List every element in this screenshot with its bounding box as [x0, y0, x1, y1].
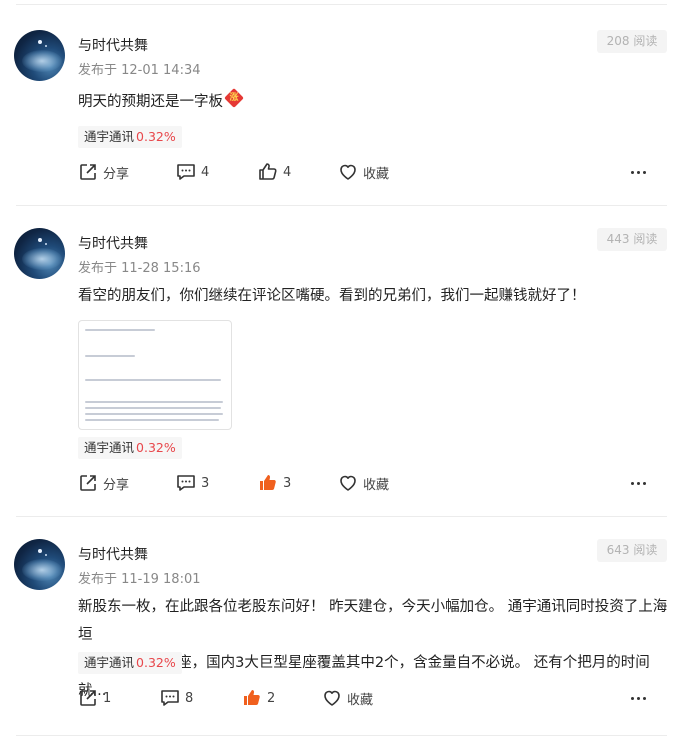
comment-icon [177, 475, 195, 491]
post-actions: 分享 3 3 收藏 [78, 471, 668, 495]
publish-time: 发布于 11-28 15:16 [78, 261, 201, 276]
divider [16, 735, 667, 736]
read-count-badge: 443 阅读 [597, 228, 667, 251]
share-icon [80, 475, 96, 491]
like-count: 2 [267, 690, 276, 706]
like-button[interactable]: 4 [258, 160, 291, 184]
share-icon [80, 164, 96, 180]
post-content[interactable]: 看空的朋友们，你们继续在评论区嘴硬。看到的兄弟们，我们一起赚钱就好了！ [78, 282, 668, 310]
share-button[interactable]: 分享 [78, 471, 129, 495]
share-button[interactable]: 1 [78, 686, 111, 710]
thumbs-up-filled-icon [244, 690, 260, 705]
comment-button[interactable]: 3 [176, 471, 209, 495]
post-actions: 分享 4 4 收藏 [78, 160, 668, 184]
like-button[interactable]: 2 [242, 686, 275, 710]
author-name[interactable]: 与时代共舞 [78, 233, 148, 253]
avatar[interactable] [14, 228, 65, 279]
more-options-icon[interactable] [628, 162, 648, 182]
avatar[interactable] [14, 539, 65, 590]
share-count: 1 [103, 690, 112, 706]
more-options-icon[interactable] [628, 688, 648, 708]
stock-tag-name: 通宇通讯 [84, 129, 135, 144]
stock-tag-name: 通宇通讯 [84, 440, 135, 455]
thumbs-up-icon [259, 163, 277, 180]
stock-tag[interactable]: 通宇通讯 0.32% [78, 126, 182, 148]
comment-icon [177, 164, 195, 180]
favorite-label: 收藏 [347, 692, 374, 708]
share-label: 分享 [103, 166, 130, 182]
stock-tag[interactable]: 通宇通讯 0.32% [78, 652, 182, 674]
avatar[interactable] [14, 30, 65, 81]
like-count: 4 [283, 164, 292, 180]
favorite-label: 收藏 [363, 477, 390, 493]
favorite-button[interactable]: 收藏 [338, 471, 389, 495]
share-button[interactable]: 分享 [78, 160, 129, 184]
divider [16, 4, 667, 5]
like-button[interactable]: 3 [258, 471, 291, 495]
post-text-line: 新股东一枚，在此跟各位老股东问好！ 昨天建仓，今天小幅加仓。 通宇通讯同时投资了… [78, 599, 668, 643]
author-name[interactable]: 与时代共舞 [78, 35, 148, 55]
favorite-button[interactable]: 收藏 [338, 160, 389, 184]
post-feed: 与时代共舞 发布于 12-01 14:34 208 阅读 明天的预期还是一字板涨… [0, 0, 683, 741]
heart-icon [324, 690, 340, 706]
post-image-thumbnail[interactable] [78, 320, 232, 430]
comment-count: 4 [201, 164, 210, 180]
publish-time: 发布于 12-01 14:34 [78, 63, 201, 78]
comment-button[interactable]: 4 [176, 160, 209, 184]
comment-count: 3 [201, 475, 210, 491]
heart-icon [340, 475, 356, 491]
more-options-icon[interactable] [628, 473, 648, 493]
thumbs-up-filled-icon [260, 475, 276, 490]
share-icon [80, 690, 96, 706]
read-count-badge: 643 阅读 [597, 539, 667, 562]
stock-tag-change: 0.32% [136, 440, 176, 455]
limit-up-badge-icon: 涨 [224, 88, 244, 108]
share-label: 分享 [103, 477, 130, 493]
author-name[interactable]: 与时代共舞 [78, 544, 148, 564]
post-text: 明天的预期还是一字板 [78, 94, 223, 110]
post-actions: 1 8 2 收藏 [78, 686, 668, 710]
publish-time: 发布于 11-19 18:01 [78, 572, 201, 587]
comment-button[interactable]: 8 [160, 686, 193, 710]
favorite-button[interactable]: 收藏 [322, 686, 373, 710]
comment-count: 8 [185, 690, 194, 706]
read-count-badge: 208 阅读 [597, 30, 667, 53]
stock-tag-name: 通宇通讯 [84, 655, 135, 670]
favorite-label: 收藏 [363, 166, 390, 182]
post-content[interactable]: 明天的预期还是一字板涨 [78, 88, 668, 116]
stock-tag-change: 0.32% [136, 655, 176, 670]
heart-icon [340, 164, 356, 180]
like-count: 3 [283, 475, 292, 491]
divider [16, 205, 667, 206]
stock-tag-change: 0.32% [136, 129, 176, 144]
divider [16, 516, 667, 517]
stock-tag[interactable]: 通宇通讯 0.32% [78, 437, 182, 459]
comment-icon [161, 690, 179, 706]
